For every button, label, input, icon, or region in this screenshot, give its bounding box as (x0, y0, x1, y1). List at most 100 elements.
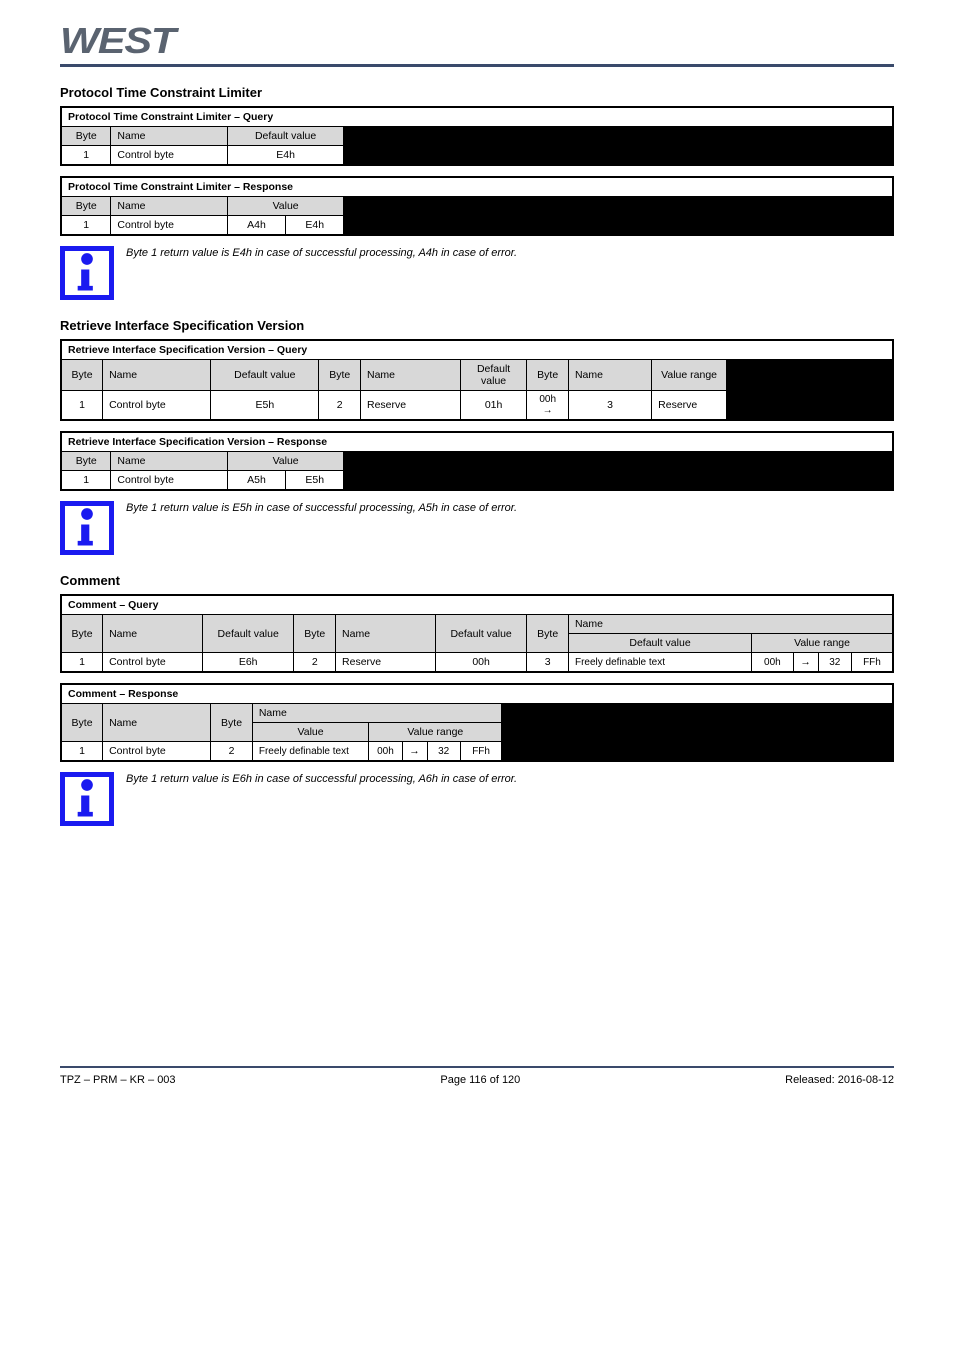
col-byte: Byte (61, 360, 103, 391)
cell: Reserve (336, 653, 436, 673)
cell: E5h (211, 391, 319, 421)
info-icon (60, 246, 114, 300)
cell: 3 (527, 653, 569, 673)
col-default: Default value (568, 634, 751, 653)
col-name: Name (361, 360, 461, 391)
section-comment: Comment Comment – Query Byte Name Defaul… (60, 573, 894, 826)
col-default: Default value (435, 615, 527, 653)
col-name: Name (103, 360, 211, 391)
cell: E5h (286, 471, 344, 491)
arrow-icon: → (793, 653, 818, 673)
cell: FFh (851, 653, 893, 673)
col-default: Default value (227, 127, 343, 146)
col-byte: Byte (61, 615, 103, 653)
info-block: Byte 1 return value is E6h in case of su… (60, 772, 894, 826)
cell: 00h → (527, 391, 569, 421)
col-range: Value range (652, 360, 727, 391)
table-title: Comment – Query (61, 595, 893, 615)
cell: 00h (752, 653, 794, 673)
cell: 2 (211, 742, 253, 762)
table-title: Retrieve Interface Specification Version… (61, 432, 893, 452)
cell: 1 (61, 391, 103, 421)
cell-val2: E4h (286, 216, 344, 236)
cell: 00h (435, 653, 527, 673)
section-title: Retrieve Interface Specification Version (60, 318, 894, 333)
table-title: Comment – Response (61, 684, 893, 704)
section-interface-version: Retrieve Interface Specification Version… (60, 318, 894, 555)
arrow-icon: → (402, 742, 427, 762)
cell: A5h (227, 471, 285, 491)
info-text: Byte 1 return value is E5h in case of su… (126, 501, 894, 516)
cell: 32 (818, 653, 851, 673)
col-byte: Byte (61, 452, 111, 471)
col-name: Name (103, 704, 211, 742)
table-ifv-query: Retrieve Interface Specification Version… (60, 339, 894, 421)
col-name: Name (252, 704, 502, 723)
cell-name: Control byte (111, 146, 227, 166)
cell: 1 (61, 742, 103, 762)
info-text: Byte 1 return value is E6h in case of su… (126, 772, 894, 787)
blank-cell (344, 452, 893, 471)
col-name: Name (336, 615, 436, 653)
cell: 2 (319, 391, 361, 421)
col-byte: Byte (527, 615, 569, 653)
blank-cell (502, 704, 893, 762)
col-range: Value range (752, 634, 893, 653)
cell-val1: A4h (227, 216, 285, 236)
cell-default: E4h (227, 146, 343, 166)
col-name: Name (111, 127, 227, 146)
col-byte: Byte (211, 704, 253, 742)
cell: Reserve (652, 391, 727, 421)
table-title: Protocol Time Constraint Limiter – Respo… (61, 177, 893, 197)
cell: 00h (369, 742, 402, 762)
cell: FFh (460, 742, 502, 762)
cell: Control byte (103, 391, 211, 421)
footer: TPZ – PRM – KR – 003 Page 116 of 120 Rel… (60, 1074, 894, 1086)
info-block: Byte 1 return value is E4h in case of su… (60, 246, 894, 300)
cell: 32 (427, 742, 460, 762)
blank-cell (727, 360, 893, 391)
cell: Control byte (103, 742, 211, 762)
table-ifv-response: Retrieve Interface Specification Version… (60, 431, 894, 491)
brand-logo: WEST (60, 20, 175, 62)
cell-name: Control byte (111, 216, 227, 236)
footer-doc-id: TPZ – PRM – KR – 003 (60, 1074, 176, 1086)
cell-byte: 1 (61, 146, 111, 166)
footer-date: Released: 2016-08-12 (785, 1074, 894, 1086)
cell-text: Freely definable text (568, 653, 751, 673)
col-byte: Byte (61, 127, 111, 146)
arrow-icon: → (543, 405, 553, 416)
col-name: Name (568, 360, 651, 391)
col-value: Value (227, 197, 343, 216)
col-range: Value range (369, 723, 502, 742)
table-comment-query: Comment – Query Byte Name Default value … (60, 594, 894, 673)
section-title: Protocol Time Constraint Limiter (60, 85, 894, 100)
col-value: Value (227, 452, 343, 471)
blank-cell (344, 197, 893, 216)
cell: Reserve (361, 391, 461, 421)
cell-byte: 1 (61, 216, 111, 236)
table-title: Retrieve Interface Specification Version… (61, 340, 893, 360)
header-divider (60, 64, 894, 67)
info-text: Byte 1 return value is E4h in case of su… (126, 246, 894, 261)
header-region: WEST (60, 20, 894, 67)
section-protocol-time: Protocol Time Constraint Limiter Protoco… (60, 85, 894, 300)
table-title: Protocol Time Constraint Limiter – Query (61, 107, 893, 127)
cell: Control byte (111, 471, 227, 491)
col-name: Name (111, 452, 227, 471)
blank-cell (344, 127, 893, 146)
table-ptcl-response: Protocol Time Constraint Limiter – Respo… (60, 176, 894, 236)
info-icon (60, 772, 114, 826)
col-name: Name (568, 615, 893, 634)
blank-cell (727, 391, 893, 421)
col-byte: Byte (527, 360, 569, 391)
blank-cell (344, 471, 893, 491)
cell: 3 (568, 391, 651, 421)
info-icon (60, 501, 114, 555)
footer-divider (60, 1066, 894, 1068)
table-ptcl-query: Protocol Time Constraint Limiter – Query… (60, 106, 894, 166)
footer-page: Page 116 of 120 (440, 1074, 520, 1086)
info-block: Byte 1 return value is E5h in case of su… (60, 501, 894, 555)
blank-cell (344, 146, 893, 166)
table-comment-response: Comment – Response Byte Name Byte Name V… (60, 683, 894, 762)
